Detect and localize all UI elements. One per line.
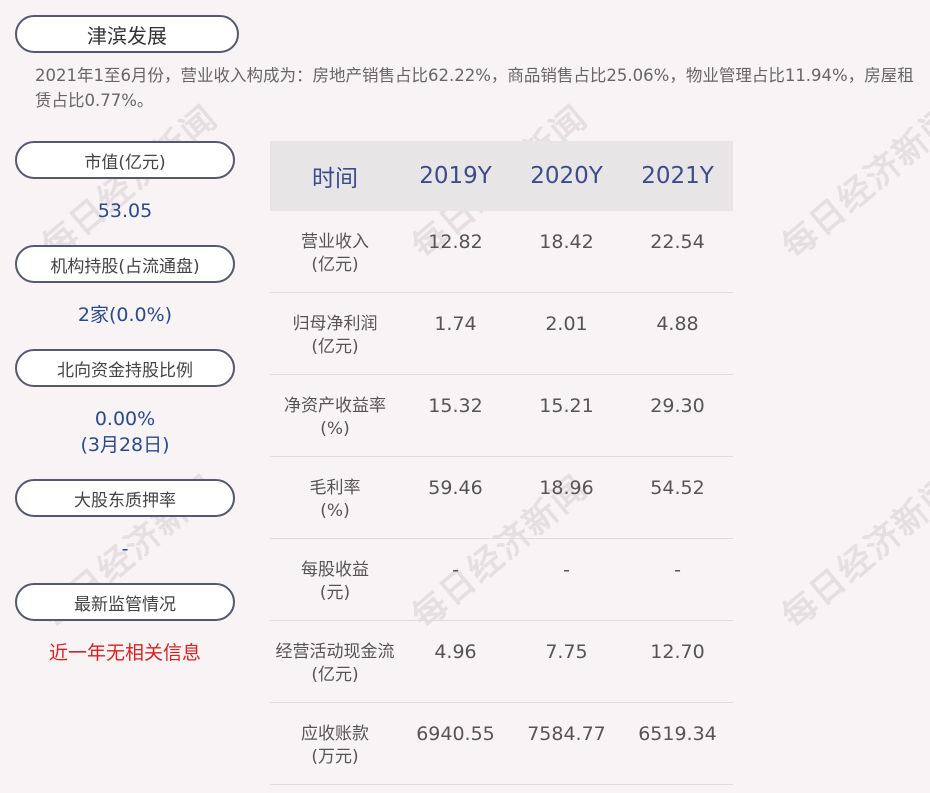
header-cell: 2019Y <box>419 163 492 189</box>
header-cell: 2020Y <box>530 163 603 189</box>
table-row: 经营活动现金流 (亿元) 4.96 7.75 12.70 <box>270 621 733 703</box>
table-cell: 4.96 <box>434 641 477 663</box>
row-label: 净资产收益率 (%) <box>284 396 386 439</box>
row-label: 应收账款 (万元) <box>301 724 369 767</box>
row-label: 毛利率 (%) <box>309 478 361 521</box>
table-cell: 7584.77 <box>527 723 606 745</box>
northbound-holding-label: 北向资金持股比例 <box>15 349 235 387</box>
market-cap-value: 53.05 <box>97 200 153 222</box>
table-header: 时间 2019Y 2020Y 2021Y <box>270 141 733 211</box>
table-cell: 7.75 <box>545 641 588 663</box>
table-row: 毛利率 (%) 59.46 18.96 54.52 <box>270 457 733 539</box>
pledge-rate-value: - <box>121 538 129 560</box>
financial-table: 时间 2019Y 2020Y 2021Y 营业收入 (亿元) 12.82 18.4… <box>270 141 733 785</box>
table-cell: 59.46 <box>428 477 483 499</box>
watermark: 每日经济新闻 <box>34 97 226 267</box>
table-row: 净资产收益率 (%) 15.32 15.21 29.30 <box>270 375 733 457</box>
row-label: 每股收益 (元) <box>301 560 369 603</box>
institution-holding-label: 机构持股(占流通盘) <box>15 245 235 283</box>
row-label: 经营活动现金流 (亿元) <box>275 642 395 685</box>
table-row: 每股收益 (元) - - - <box>270 539 733 621</box>
company-title: 津滨发展 <box>15 15 239 53</box>
market-cap-label: 市值(亿元) <box>15 141 235 179</box>
northbound-holding-value: 0.00% <box>94 408 156 430</box>
table-cell: 12.70 <box>650 641 705 663</box>
regulation-label: 最新监管情况 <box>15 583 235 621</box>
table-cell: - <box>674 559 681 581</box>
table-cell: 54.52 <box>650 477 705 499</box>
institution-holding-value: 2家(0.0%) <box>77 304 173 326</box>
table-cell: 22.54 <box>650 231 705 253</box>
table-cell: 15.21 <box>539 395 594 417</box>
table-cell: 18.96 <box>539 477 594 499</box>
table-cell: 2.01 <box>545 313 588 335</box>
row-label: 营业收入 (亿元) <box>301 232 369 275</box>
row-label: 归母净利润 (亿元) <box>292 314 378 357</box>
table-cell: 29.30 <box>650 395 705 417</box>
revenue-summary: 2021年1至6月份，营业收入构成为：房地产销售占比62.22%，商品销售占比2… <box>35 66 914 110</box>
table-cell: 6940.55 <box>416 723 495 745</box>
table-row: 归母净利润 (亿元) 1.74 2.01 4.88 <box>270 293 733 375</box>
watermark: 每日经济新闻 <box>774 467 930 637</box>
table-cell: 15.32 <box>428 395 483 417</box>
table-cell: - <box>452 559 459 581</box>
table-cell: 6519.34 <box>638 723 717 745</box>
header-cell: 时间 <box>312 166 358 192</box>
table-row: 营业收入 (亿元) 12.82 18.42 22.54 <box>270 211 733 293</box>
northbound-holding-date: (3月28日) <box>80 434 170 456</box>
watermark: 每日经济新闻 <box>774 97 930 267</box>
table-cell: 1.74 <box>434 313 477 335</box>
pledge-rate-label: 大股东质押率 <box>15 479 235 517</box>
table-cell: - <box>563 559 570 581</box>
table-cell: 18.42 <box>539 231 594 253</box>
table-row: 应收账款 (万元) 6940.55 7584.77 6519.34 <box>270 703 733 785</box>
table-cell: 12.82 <box>428 231 483 253</box>
regulation-value: 近一年无相关信息 <box>48 642 201 664</box>
header-cell: 2021Y <box>641 163 714 189</box>
table-cell: 4.88 <box>656 313 699 335</box>
